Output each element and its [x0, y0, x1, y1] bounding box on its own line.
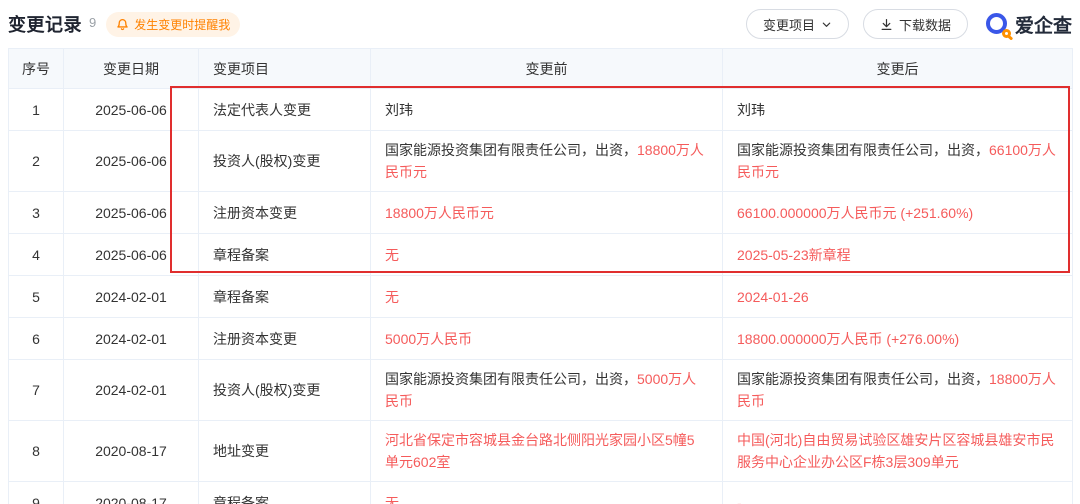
download-icon — [880, 18, 893, 31]
cell-after-value: 刘玮 — [723, 89, 1073, 131]
cell-after-value: 2024-01-26 — [723, 276, 1073, 318]
cell-change-item: 法定代表人变更 — [199, 89, 371, 131]
cell-change-date: 2025-06-06 — [64, 234, 199, 276]
aiqicha-logo[interactable]: 爱企查 — [986, 11, 1072, 38]
change-records-table: 序号 变更日期 变更项目 变更前 变更后 1 2025-06-06 法定代表人变… — [8, 48, 1073, 504]
cell-change-date: 2024-02-01 — [64, 360, 199, 421]
cell-change-item: 注册资本变更 — [199, 318, 371, 360]
aiqicha-logo-text: 爱企查 — [1015, 11, 1072, 38]
cell-change-item: 投资人(股权)变更 — [199, 360, 371, 421]
cell-after-value: 2025-05-23新章程 — [723, 234, 1073, 276]
change-table-body: 1 2025-06-06 法定代表人变更 刘玮 刘玮 2 2025-06-06 … — [9, 89, 1073, 504]
table-row: 2 2025-06-06 投资人(股权)变更 国家能源投资集团有限责任公司，出资… — [9, 131, 1073, 192]
cell-row-number: 6 — [9, 318, 64, 360]
cell-change-date: 2025-06-06 — [64, 89, 199, 131]
change-item-filter-button[interactable]: 变更项目 — [746, 9, 849, 39]
filter-button-label: 变更项目 — [763, 15, 815, 34]
table-row: 9 2020-08-17 章程备案 无 - — [9, 482, 1073, 504]
cell-row-number: 5 — [9, 276, 64, 318]
cell-before-value: 刘玮 — [371, 89, 723, 131]
cell-after-value: - — [723, 482, 1073, 504]
cell-before-value: 河北省保定市容城县金台路北侧阳光家园小区5幢5单元602室 — [371, 421, 723, 482]
cell-after-value: 国家能源投资集团有限责任公司，出资，66100万人民币元 — [723, 131, 1073, 192]
cell-row-number: 9 — [9, 482, 64, 504]
change-records-page: 变更记录 9 发生变更时提醒我 变更项目 — [0, 0, 1080, 504]
cell-change-item: 章程备案 — [199, 276, 371, 318]
download-data-button[interactable]: 下载数据 — [863, 9, 968, 39]
cell-change-item: 章程备案 — [199, 482, 371, 504]
cell-after-value: 中国(河北)自由贸易试验区雄安片区容城县雄安市民服务中心企业办公区F栋3层309… — [723, 421, 1073, 482]
table-row: 5 2024-02-01 章程备案 无 2024-01-26 — [9, 276, 1073, 318]
page-title: 变更记录 — [8, 11, 82, 37]
cell-change-item: 投资人(股权)变更 — [199, 131, 371, 192]
records-count: 9 — [89, 15, 96, 30]
cell-after-value: 66100.000000万人民币元 (+251.60%) — [723, 192, 1073, 234]
column-header-item: 变更项目 — [199, 49, 371, 89]
column-header-after: 变更后 — [723, 49, 1073, 89]
column-header-no: 序号 — [9, 49, 64, 89]
cell-change-date: 2024-02-01 — [64, 276, 199, 318]
cell-row-number: 4 — [9, 234, 64, 276]
cell-before-value: 国家能源投资集团有限责任公司，出资，18800万人民币元 — [371, 131, 723, 192]
table-row: 4 2025-06-06 章程备案 无 2025-05-23新章程 — [9, 234, 1073, 276]
cell-change-item: 注册资本变更 — [199, 192, 371, 234]
cell-change-item: 章程备案 — [199, 234, 371, 276]
cell-change-date: 2025-06-06 — [64, 131, 199, 192]
cell-after-value: 国家能源投资集团有限责任公司，出资，18800万人民币 — [723, 360, 1073, 421]
chevron-down-icon — [821, 19, 832, 30]
table-row: 7 2024-02-01 投资人(股权)变更 国家能源投资集团有限责任公司，出资… — [9, 360, 1073, 421]
cell-change-date: 2020-08-17 — [64, 482, 199, 504]
download-button-label: 下载数据 — [899, 15, 951, 34]
cell-row-number: 7 — [9, 360, 64, 421]
cell-before-value: 无 — [371, 276, 723, 318]
cell-change-date: 2020-08-17 — [64, 421, 199, 482]
cell-before-value: 5000万人民币 — [371, 318, 723, 360]
bell-icon — [116, 18, 129, 31]
remind-me-button[interactable]: 发生变更时提醒我 — [106, 12, 240, 37]
cell-change-item: 地址变更 — [199, 421, 371, 482]
cell-before-value: 国家能源投资集团有限责任公司，出资，5000万人民币 — [371, 360, 723, 421]
section-header: 变更记录 9 发生变更时提醒我 变更项目 — [8, 8, 1072, 40]
cell-row-number: 2 — [9, 131, 64, 192]
cell-before-value: 无 — [371, 482, 723, 504]
aiqicha-logo-icon — [986, 12, 1010, 36]
table-row: 8 2020-08-17 地址变更 河北省保定市容城县金台路北侧阳光家园小区5幢… — [9, 421, 1073, 482]
remind-me-label: 发生变更时提醒我 — [134, 16, 230, 33]
cell-before-value: 无 — [371, 234, 723, 276]
cell-row-number: 3 — [9, 192, 64, 234]
table-header-row: 序号 变更日期 变更项目 变更前 变更后 — [9, 49, 1073, 89]
table-row: 3 2025-06-06 注册资本变更 18800万人民币元 66100.000… — [9, 192, 1073, 234]
table-row: 1 2025-06-06 法定代表人变更 刘玮 刘玮 — [9, 89, 1073, 131]
cell-change-date: 2024-02-01 — [64, 318, 199, 360]
cell-before-value: 18800万人民币元 — [371, 192, 723, 234]
column-header-before: 变更前 — [371, 49, 723, 89]
cell-after-value: 18800.000000万人民币 (+276.00%) — [723, 318, 1073, 360]
cell-row-number: 1 — [9, 89, 64, 131]
table-row: 6 2024-02-01 注册资本变更 5000万人民币 18800.00000… — [9, 318, 1073, 360]
cell-row-number: 8 — [9, 421, 64, 482]
cell-change-date: 2025-06-06 — [64, 192, 199, 234]
column-header-date: 变更日期 — [64, 49, 199, 89]
